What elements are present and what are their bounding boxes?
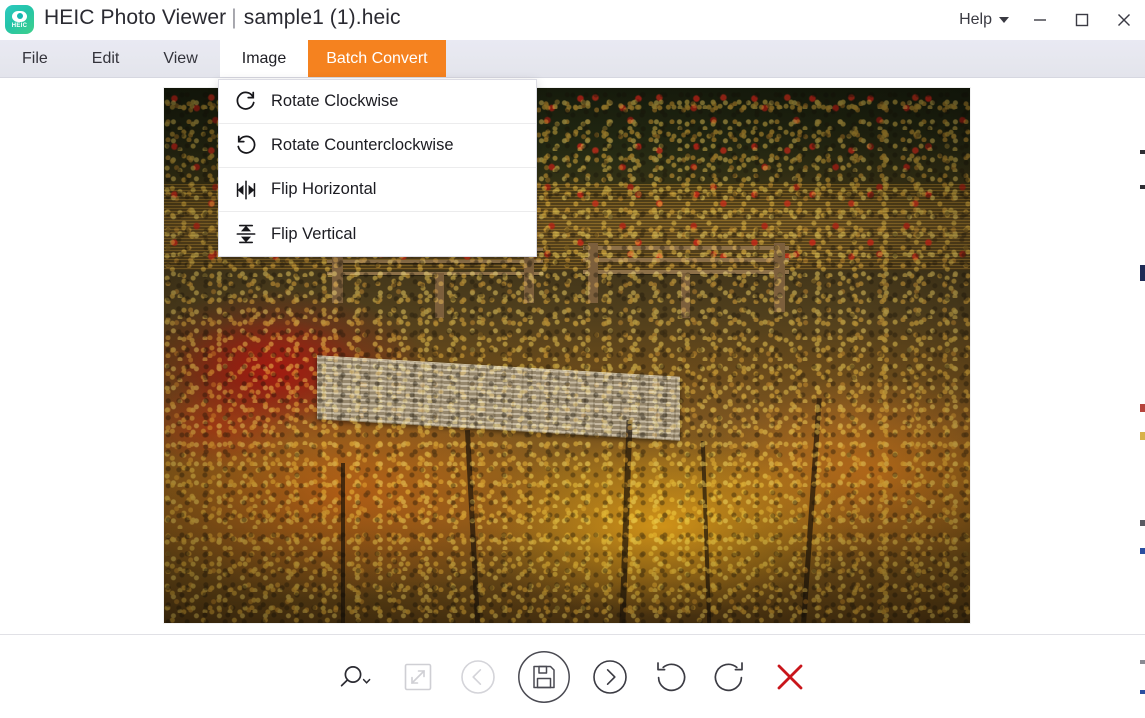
menu-item-image[interactable]: Image	[219, 40, 309, 77]
chevron-down-icon	[999, 17, 1009, 23]
menu-option-label: Flip Vertical	[271, 224, 357, 243]
zoom-dropdown-button[interactable]	[326, 647, 388, 707]
next-image-button[interactable]	[580, 647, 640, 707]
chevron-left-circle-icon	[460, 659, 496, 695]
chevron-right-circle-icon	[592, 659, 628, 695]
menu-option-flip-horizontal[interactable]: Flip Horizontal	[219, 168, 536, 212]
bottom-toolbar	[0, 634, 1145, 718]
window-controls: Help	[949, 0, 1145, 40]
background-window-edge	[1140, 265, 1145, 281]
menu-option-rotate-counterclockwise[interactable]: Rotate Counterclockwise	[219, 124, 536, 168]
save-button[interactable]	[508, 647, 580, 707]
title-separator: |	[231, 6, 237, 29]
menu-item-view[interactable]: View	[141, 40, 219, 77]
image-menu-dropdown: Rotate Clockwise Rotate Counterclockwise	[218, 79, 537, 257]
app-icon-label: HEIC	[11, 22, 28, 29]
heic-photo-viewer-window: HEIC HEIC Photo Viewer | sample1 (1).heic …	[0, 0, 1145, 718]
menu-item-file[interactable]: File	[0, 40, 70, 77]
title-bar: HEIC HEIC Photo Viewer | sample1 (1).heic …	[0, 0, 1145, 40]
fullscreen-button[interactable]	[388, 647, 448, 707]
close-x-icon	[773, 660, 807, 694]
open-file-name: sample1 (1).heic	[243, 6, 401, 29]
image-canvas-area	[0, 78, 1145, 634]
rotate-clockwise-icon	[231, 87, 261, 117]
menu-item-edit[interactable]: Edit	[70, 40, 142, 77]
menu-option-rotate-clockwise[interactable]: Rotate Clockwise	[219, 80, 536, 124]
menu-label: File	[22, 49, 48, 67]
app-name: HEIC Photo Viewer	[44, 6, 227, 29]
menu-item-batch-convert[interactable]: Batch Convert	[308, 40, 446, 77]
menu-option-flip-vertical[interactable]: Flip Vertical	[219, 212, 536, 256]
help-menu-button[interactable]: Help	[949, 5, 1019, 35]
menu-option-label: Rotate Clockwise	[271, 92, 399, 110]
menu-label: Image	[241, 49, 287, 67]
background-window-edge	[1140, 150, 1145, 154]
eye-glyph	[12, 10, 27, 22]
heic-eye-icon: HEIC	[5, 5, 34, 34]
rotate-counterclockwise-icon	[653, 660, 687, 694]
rotate-clockwise-icon	[713, 660, 747, 694]
background-window-edge	[1140, 690, 1145, 694]
menu-option-label: Rotate Counterclockwise	[271, 136, 454, 154]
minimize-button[interactable]	[1019, 0, 1061, 40]
background-window-edge	[1140, 432, 1145, 440]
rotate-right-button[interactable]	[700, 647, 760, 707]
flip-vertical-icon	[231, 219, 261, 249]
magnifier-icon	[337, 661, 377, 693]
delete-button[interactable]	[760, 647, 820, 707]
background-window-edge	[1140, 660, 1145, 664]
close-button[interactable]	[1103, 0, 1145, 40]
previous-image-button[interactable]	[448, 647, 508, 707]
flip-horizontal-icon	[231, 175, 261, 205]
maximize-button[interactable]	[1061, 0, 1103, 40]
menu-bar: File Edit View Image Batch Convert	[0, 40, 1145, 78]
floppy-disk-icon	[517, 650, 571, 704]
expand-icon	[402, 661, 434, 693]
menu-label: View	[163, 49, 198, 67]
rotate-counterclockwise-icon	[231, 131, 261, 161]
background-window-edge	[1140, 548, 1145, 554]
background-window-edge	[1140, 520, 1145, 526]
rotate-left-button[interactable]	[640, 647, 700, 707]
background-window-edge	[1140, 404, 1145, 412]
menu-label: Edit	[91, 49, 120, 67]
page-title: HEIC Photo Viewer | sample1 (1).heic	[44, 6, 401, 30]
background-window-edge	[1140, 185, 1145, 189]
menu-label: Batch Convert	[326, 49, 428, 67]
menu-option-label: Flip Horizontal	[271, 180, 377, 198]
help-label: Help	[959, 11, 992, 28]
